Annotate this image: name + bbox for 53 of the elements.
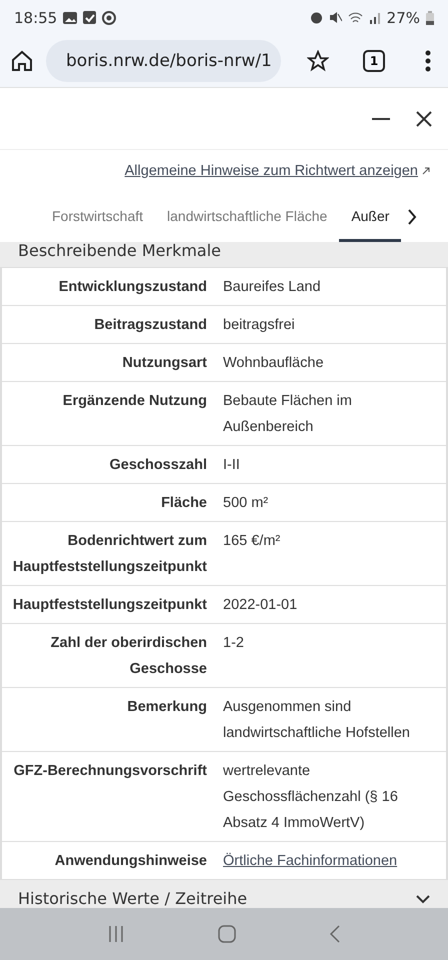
status-time: 18:55: [14, 8, 58, 26]
row-value: beitragsfrei: [222, 316, 296, 335]
row-value: 500 m²: [222, 494, 270, 513]
wifi-icon: [348, 12, 363, 24]
row-label: Zahl der oberirdischen Geschosse: [50, 634, 208, 679]
checkbox-icon: [83, 11, 96, 24]
alarm-icon: [310, 11, 323, 24]
url-text: boris.nrw.de/boris-nrw/1: [66, 51, 272, 71]
row-value: 1-2: [222, 634, 245, 653]
mute-icon: [328, 11, 342, 24]
row-value: Ausgenommen sind landwirtschaftliche Hofstellen: [222, 698, 411, 743]
external-link-icon: [422, 167, 430, 175]
address-bar[interactable]: boris.nrw.de/boris-nrw/1: [46, 40, 281, 82]
category-tab[interactable]: landwirtschaftliche Fläche: [155, 192, 340, 242]
row-value: wertrelevante Geschossflächenzahl (§ 16 Absatz 4 ImmoWertV): [222, 762, 399, 833]
signal-icon: [368, 12, 381, 24]
row-value: Baureifes Land: [222, 278, 322, 297]
section-title: Beschreibende Merkmale: [18, 242, 222, 261]
row-label: Geschosszahl: [108, 456, 208, 475]
row-value: Wohnbaufläche: [222, 354, 325, 373]
row-value: Bebaute Flächen im Außenbereich: [222, 392, 353, 437]
section-title: Historische Werte / Zeitreihe: [18, 889, 248, 908]
row-label: Entwicklungszustand: [58, 278, 208, 297]
back-icon[interactable]: [329, 925, 342, 943]
hint-link[interactable]: Allgemeine Hinweise zum Richtwert anzeigen: [124, 163, 418, 179]
image-icon: [63, 12, 78, 24]
row-label: Ergänzende Nutzung: [62, 392, 208, 411]
close-icon[interactable]: [416, 110, 432, 126]
chevron-right-icon[interactable]: [407, 209, 418, 225]
row-value: 2022-01-01: [222, 596, 298, 615]
category-tab[interactable]: Forstwirtschaft: [40, 192, 156, 242]
row-label: Bemerkung: [126, 698, 208, 717]
row-label: Beitragszustand: [93, 316, 208, 335]
row-label: Hauptfeststellungszeitpunkt: [12, 596, 208, 615]
more-icon[interactable]: [425, 50, 431, 72]
info-link[interactable]: Örtliche Fachinformationen: [215, 848, 398, 874]
row-label: Nutzungsart: [121, 354, 208, 373]
star-icon[interactable]: [307, 50, 329, 72]
home-icon[interactable]: [10, 49, 34, 73]
section-header[interactable]: Beschreibende Merkmale: [0, 242, 448, 268]
minimize-icon[interactable]: [372, 116, 390, 120]
row-label: Anwendungshinweise: [54, 852, 208, 871]
row-label: Bodenrichtwert zum Hauptfeststellungszeitpunkt: [12, 532, 208, 577]
row-label: GFZ-Berechnungsvorschrift: [12, 762, 208, 781]
row-label: Fläche: [160, 494, 208, 513]
home-button-icon[interactable]: [218, 925, 236, 943]
circle-icon: [102, 10, 116, 24]
tab-count-button[interactable]: 1: [363, 50, 385, 72]
row-value: I-II: [222, 456, 241, 475]
recent-apps-icon[interactable]: [106, 925, 125, 943]
battery-icon: [426, 10, 434, 24]
row-value: 165 €/m²: [222, 532, 282, 551]
battery-text: 27%: [386, 8, 420, 26]
